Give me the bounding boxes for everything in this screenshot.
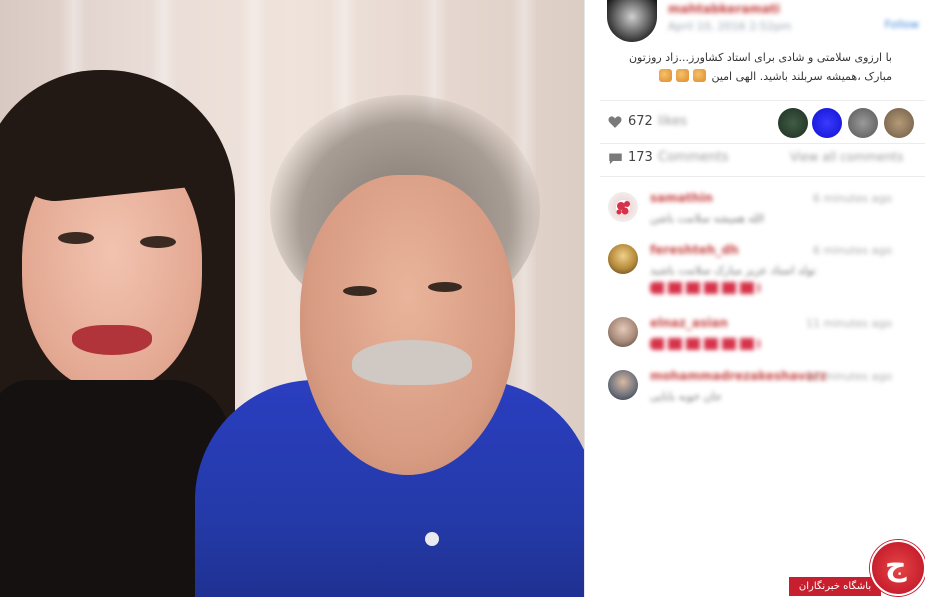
divider [600,176,925,177]
commenter-username[interactable]: samathin [650,191,713,205]
commenter-avatar[interactable] [608,192,638,222]
shirt-button [425,532,439,546]
post-photo[interactable] [0,0,584,597]
comment-text: تولد استاد عزیز مبارک سلامت باشید [650,262,890,296]
follow-button[interactable]: Follow [879,18,919,32]
commenter-username[interactable]: fereshteh_dh [650,243,739,257]
watermark-logo: ج [870,540,925,596]
post-sidebar [584,0,925,597]
comment-bubble-icon[interactable] [608,152,623,165]
curtain-fold [240,0,268,420]
man-mustache [352,340,472,385]
woman-eye [58,232,94,244]
comment-text-value: تولد استاد عزیز مبارک سلامت باشید [650,264,816,277]
comment-item: samathin 6 minutes ago الله همیشه سلامت … [608,191,908,242]
praying-hands-icon [675,69,689,82]
heart-icon[interactable] [608,115,622,129]
comment-text: جان خوبه بابایی [650,390,722,403]
liker-avatar[interactable] [812,108,842,138]
watermark-label: باشگاه خبرنگاران [789,577,881,596]
likes-label: likes [658,114,688,129]
woman-eye [140,236,176,248]
hearts-emoji-icon [650,282,760,294]
view-all-comments-link[interactable]: View all comments [790,150,903,164]
man-eye [428,282,462,292]
comment-time: 6 minutes ago [813,244,892,257]
man-eye [343,286,377,296]
comment-text: الله همیشه سلامت باشن [650,212,765,225]
liker-avatar[interactable] [884,108,914,138]
divider [600,100,925,101]
commenter-avatar[interactable] [608,370,638,400]
liker-avatar[interactable] [848,108,878,138]
hearts-emoji-icon [650,338,760,350]
praying-hands-icon [692,69,706,82]
man-face [300,175,515,475]
comment-item: elnaz_asian 11 minutes ago [608,316,908,367]
commenter-username[interactable]: mohammadrezakeshavarz [650,369,827,383]
likes-count: 672 [628,114,653,129]
commenter-avatar[interactable] [608,317,638,347]
post-date: April 10, 2016 2:52pm [668,20,792,33]
praying-hands-icon [658,69,672,82]
woman-lips [72,325,152,355]
hearts-icon [616,201,630,215]
comment-time: 12 minutes ago [806,370,892,383]
divider [600,143,925,144]
comments-label: Comments [658,150,729,165]
caption-line-2: مبارک ،همیشه سربلند باشید. الهی امین [600,67,892,86]
comment-time: 11 minutes ago [806,317,892,330]
comment-item: fereshteh_dh 6 minutes ago تولد استاد عز… [608,243,908,296]
commenter-avatar[interactable] [608,244,638,274]
commenter-username[interactable]: elnaz_asian [650,316,728,330]
caption-line-2-text: مبارک ،همیشه سربلند باشید. الهی امین [711,70,892,83]
caption-line-1: با ارزوی سلامتی و شادی برای استاد کشاورز… [628,51,892,64]
comment-text [650,335,890,352]
watermark-glyph: ج [885,548,907,583]
comments-count: 173 [628,150,653,165]
author-username[interactable]: mahtabkeramati [668,2,804,16]
comment-time: 6 minutes ago [813,192,892,205]
comment-item: mohammadrezakeshavarz 12 minutes ago جان… [608,369,908,420]
liker-avatar[interactable] [778,108,808,138]
post-caption: با ارزوی سلامتی و شادی برای استاد کشاورز… [600,48,892,86]
